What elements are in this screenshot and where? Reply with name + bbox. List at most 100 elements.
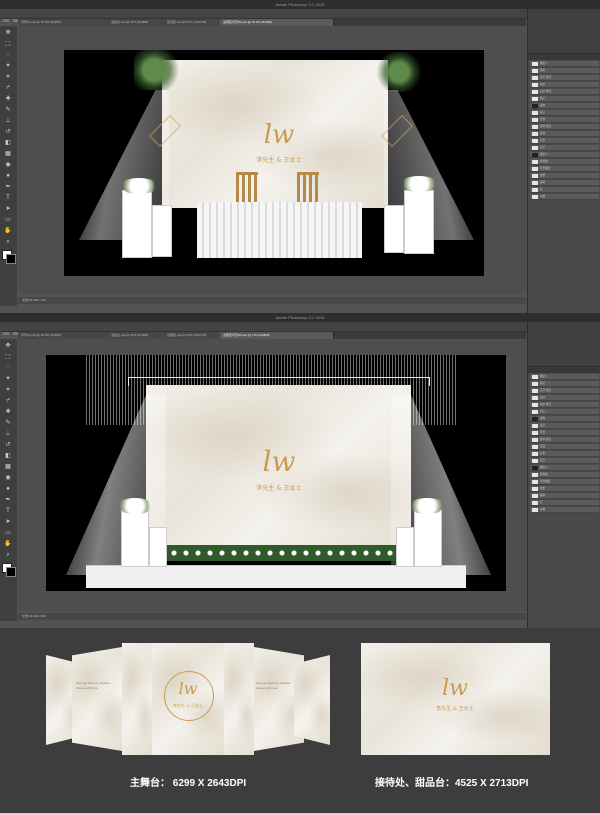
history-brush-icon[interactable]: ↺ bbox=[4, 441, 12, 449]
options-tool[interactable] bbox=[3, 19, 9, 22]
document-tab-active[interactable]: 迎宾区背景00.psd @ 33.3% (RGB/8) bbox=[220, 19, 334, 26]
layer-row[interactable]: 纱幔 bbox=[530, 194, 599, 200]
move-tool-icon[interactable]: ✥ bbox=[4, 29, 12, 37]
photoshop-window-1: Adobe Photoshop CC 2018 背景01.psd @ 33.3%… bbox=[0, 0, 600, 313]
layer-row[interactable]: 图层 2 bbox=[530, 465, 599, 471]
shape-tool-icon[interactable]: ▭ bbox=[4, 529, 12, 537]
canvas[interactable]: lw 李先生 & 王女士 bbox=[64, 50, 484, 276]
pen-tool-icon[interactable]: ✒ bbox=[4, 496, 12, 504]
crop-tool-icon[interactable]: ⌗ bbox=[4, 73, 12, 81]
layer-row[interactable]: 装饰 拷贝 bbox=[530, 124, 599, 130]
layer-row[interactable]: 装饰线 bbox=[530, 472, 599, 478]
lasso-tool-icon[interactable]: ◌ bbox=[4, 51, 12, 59]
document-tab[interactable]: 签到区.psd @ 50% (CMYK/8) bbox=[164, 332, 222, 339]
layer-row[interactable]: 灯架 bbox=[530, 451, 599, 457]
magic-wand-tool-icon[interactable]: ✦ bbox=[4, 62, 12, 70]
marquee-tool-icon[interactable]: ⬚ bbox=[4, 353, 12, 361]
healing-tool-icon[interactable]: ✚ bbox=[4, 408, 12, 416]
layer-row[interactable]: 效果 bbox=[530, 486, 599, 492]
layer-row[interactable]: 拷贝 bbox=[530, 381, 599, 387]
stamp-tool-icon[interactable]: ⊥ bbox=[4, 430, 12, 438]
layer-row[interactable]: 蒙版 bbox=[530, 493, 599, 499]
layer-row[interactable]: 拷贝 bbox=[530, 68, 599, 74]
blur-tool-icon[interactable]: ◉ bbox=[4, 161, 12, 169]
layer-row[interactable]: 白纱 拷贝 bbox=[530, 402, 599, 408]
lasso-tool-icon[interactable]: ◌ bbox=[4, 364, 12, 372]
document-tab[interactable]: 背景01.psd @ 33.3% (RGB/8) bbox=[18, 332, 110, 339]
options-tool[interactable] bbox=[3, 332, 9, 335]
panel-tabs[interactable] bbox=[528, 367, 600, 373]
document-tab[interactable]: 主舞台.psd @ 25% (RGB/8) bbox=[108, 19, 166, 26]
gradient-tool-icon[interactable]: ▦ bbox=[4, 463, 12, 471]
greenery-right bbox=[374, 52, 424, 92]
stamp-tool-icon[interactable]: ⊥ bbox=[4, 117, 12, 125]
layer-row[interactable]: 花艺 bbox=[530, 458, 599, 464]
panel-7 bbox=[294, 655, 330, 745]
eyedropper-tool-icon[interactable]: ⌿ bbox=[4, 84, 12, 92]
marquee-tool-icon[interactable]: ⬚ bbox=[4, 40, 12, 48]
history-brush-icon[interactable]: ↺ bbox=[4, 128, 12, 136]
layer-row[interactable]: 装饰线 bbox=[530, 159, 599, 165]
canvas[interactable]: lw 李先生 & 王女士 bbox=[46, 355, 506, 591]
layer-row[interactable]: 桌子 bbox=[530, 110, 599, 116]
document-tab[interactable]: 签到区.psd @ 50% (CMYK/8) bbox=[164, 19, 222, 26]
layer-row[interactable]: 灯架 bbox=[530, 138, 599, 144]
magic-wand-tool-icon[interactable]: ✦ bbox=[4, 375, 12, 383]
hand-tool-icon[interactable]: ✋ bbox=[4, 540, 12, 548]
layer-row[interactable]: 灯 bbox=[530, 187, 599, 193]
color-swatch-icon[interactable] bbox=[2, 563, 16, 577]
layer-row[interactable]: 图层 1 bbox=[530, 374, 599, 380]
layer-row[interactable]: 椅子 bbox=[530, 96, 599, 102]
pen-tool-icon[interactable]: ✒ bbox=[4, 183, 12, 191]
layer-row[interactable]: 桌布 bbox=[530, 103, 599, 109]
layer-row[interactable]: 装饰 拷贝 bbox=[530, 437, 599, 443]
blur-tool-icon[interactable]: ◉ bbox=[4, 474, 12, 482]
panel-tabs[interactable] bbox=[528, 54, 600, 60]
layer-row[interactable]: 花盒 bbox=[530, 131, 599, 137]
hand-tool-icon[interactable]: ✋ bbox=[4, 227, 12, 235]
layer-row[interactable]: 图层 2 bbox=[530, 152, 599, 158]
brush-tool-icon[interactable]: ✎ bbox=[4, 106, 12, 114]
shape-tool-icon[interactable]: ▭ bbox=[4, 216, 12, 224]
document-tab[interactable]: 主舞台.psd @ 25% (RGB/8) bbox=[108, 332, 166, 339]
layer-row[interactable]: 图层 1 bbox=[530, 61, 599, 67]
eraser-tool-icon[interactable]: ◧ bbox=[4, 452, 12, 460]
layer-row[interactable]: 花艺 拷贝 bbox=[530, 75, 599, 81]
layer-row[interactable]: 桌子 bbox=[530, 423, 599, 429]
type-tool-icon[interactable]: T bbox=[4, 194, 12, 202]
layer-row[interactable]: 白纱 拷贝 bbox=[530, 89, 599, 95]
layer-row[interactable]: 背景图层 bbox=[530, 166, 599, 172]
move-tool-icon[interactable]: ✥ bbox=[4, 342, 12, 350]
color-swatch-icon[interactable] bbox=[2, 250, 16, 264]
gradient-tool-icon[interactable]: ▦ bbox=[4, 150, 12, 158]
eraser-tool-icon[interactable]: ◧ bbox=[4, 139, 12, 147]
layer-row[interactable]: 背景图层 bbox=[530, 479, 599, 485]
document-tab[interactable]: 背景01.psd @ 33.3% (RGB/8) bbox=[18, 19, 110, 26]
healing-tool-icon[interactable]: ✚ bbox=[4, 95, 12, 103]
layer-row[interactable]: 纱幔 bbox=[530, 507, 599, 513]
path-select-icon[interactable]: ➤ bbox=[4, 205, 12, 213]
zoom-tool-icon[interactable]: ⌕ bbox=[4, 551, 12, 559]
layer-row[interactable]: 白纱 bbox=[530, 82, 599, 88]
layer-row[interactable]: 花艺 bbox=[530, 145, 599, 151]
layer-row[interactable]: 背景 bbox=[530, 117, 599, 123]
type-tool-icon[interactable]: T bbox=[4, 507, 12, 515]
couple-names: 李先生 & 王女士 bbox=[256, 485, 302, 492]
layer-row[interactable]: 蒙版 bbox=[530, 180, 599, 186]
layer-row[interactable]: 花盒 bbox=[530, 444, 599, 450]
layer-row[interactable]: 桌布 bbox=[530, 416, 599, 422]
crop-tool-icon[interactable]: ⌗ bbox=[4, 386, 12, 394]
layer-row[interactable]: 灯 bbox=[530, 500, 599, 506]
document-tab-active[interactable]: 迎宾区背景00.psd @ 17% (RGB/8) bbox=[220, 332, 334, 339]
layer-row[interactable]: 椅子 bbox=[530, 409, 599, 415]
layer-row[interactable]: 背景 bbox=[530, 430, 599, 436]
eyedropper-tool-icon[interactable]: ⌿ bbox=[4, 397, 12, 405]
layer-row[interactable]: 花艺 拷贝 bbox=[530, 388, 599, 394]
layer-row[interactable]: 效果 bbox=[530, 173, 599, 179]
layer-row[interactable]: 白纱 bbox=[530, 395, 599, 401]
dodge-tool-icon[interactable]: ● bbox=[4, 172, 12, 180]
path-select-icon[interactable]: ➤ bbox=[4, 518, 12, 526]
dodge-tool-icon[interactable]: ● bbox=[4, 485, 12, 493]
zoom-tool-icon[interactable]: ⌕ bbox=[4, 238, 12, 246]
brush-tool-icon[interactable]: ✎ bbox=[4, 419, 12, 427]
